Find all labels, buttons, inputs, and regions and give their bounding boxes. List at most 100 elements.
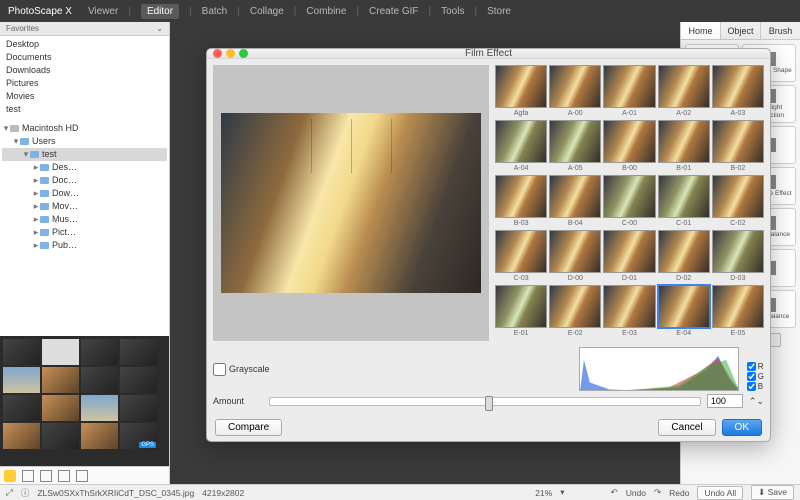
effect-A-00[interactable]: A-00 bbox=[549, 65, 601, 108]
tab-create-gif[interactable]: Create GIF bbox=[369, 6, 418, 17]
effect-A-04[interactable]: A-04 bbox=[495, 120, 547, 163]
thumb[interactable] bbox=[120, 367, 157, 393]
thumb[interactable] bbox=[81, 395, 118, 421]
effect-E-04[interactable]: E-04 bbox=[658, 285, 710, 328]
effect-A-03[interactable]: A-03 bbox=[712, 65, 764, 108]
effect-C-03[interactable]: C-03 bbox=[495, 230, 547, 273]
thumb[interactable] bbox=[42, 395, 79, 421]
amount-slider[interactable] bbox=[269, 397, 701, 406]
tree-child[interactable]: ▸Pict… bbox=[2, 226, 167, 239]
thumb[interactable] bbox=[3, 367, 40, 393]
amount-stepper-icon[interactable]: ⌃⌄ bbox=[749, 396, 764, 407]
effect-B-03[interactable]: B-03 bbox=[495, 175, 547, 218]
effect-D-00[interactable]: D-00 bbox=[549, 230, 601, 273]
effect-C-02[interactable]: C-02 bbox=[712, 175, 764, 218]
rtab-home[interactable]: Home bbox=[681, 22, 721, 39]
tree-users[interactable]: ▾Users bbox=[2, 135, 167, 148]
redo-icon[interactable]: ↷ bbox=[654, 487, 661, 498]
tree-test[interactable]: ▾test bbox=[2, 148, 167, 161]
save-button[interactable]: ⬇ Save bbox=[751, 485, 794, 500]
effect-A-01[interactable]: A-01 bbox=[603, 65, 655, 108]
grayscale-input[interactable] bbox=[213, 363, 226, 376]
tab-viewer[interactable]: Viewer bbox=[88, 6, 118, 17]
thumbnail-strip[interactable] bbox=[0, 336, 169, 466]
compare-button[interactable]: Compare bbox=[215, 419, 282, 436]
undo-icon[interactable]: ↶ bbox=[611, 487, 618, 498]
thumb[interactable] bbox=[120, 339, 157, 365]
effect-E-01[interactable]: E-01 bbox=[495, 285, 547, 328]
effect-E-05[interactable]: E-05 bbox=[712, 285, 764, 328]
thumb[interactable] bbox=[42, 423, 79, 449]
nav-icon[interactable] bbox=[76, 470, 88, 482]
fav-pictures[interactable]: Pictures bbox=[6, 77, 163, 90]
thumb[interactable] bbox=[3, 339, 40, 365]
effect-D-03[interactable]: D-03 bbox=[712, 230, 764, 273]
zoom-label[interactable]: 21% bbox=[535, 488, 552, 498]
thumb-gps[interactable] bbox=[120, 423, 157, 449]
thumb[interactable] bbox=[42, 367, 79, 393]
dialog-titlebar[interactable]: Film Effect bbox=[207, 49, 770, 59]
tab-store[interactable]: Store bbox=[487, 6, 511, 17]
home-icon[interactable] bbox=[4, 470, 16, 482]
fav-test[interactable]: test bbox=[6, 103, 163, 116]
thumb[interactable] bbox=[3, 423, 40, 449]
fav-movies[interactable]: Movies bbox=[6, 90, 163, 103]
tab-batch[interactable]: Batch bbox=[202, 6, 228, 17]
rtab-brush[interactable]: Brush bbox=[761, 22, 800, 39]
b-checkbox[interactable]: B bbox=[747, 382, 764, 391]
thumb[interactable] bbox=[81, 423, 118, 449]
effect-A-05[interactable]: A-05 bbox=[549, 120, 601, 163]
minimize-icon[interactable] bbox=[226, 49, 235, 58]
redo-label[interactable]: Redo bbox=[669, 488, 689, 498]
info-icon[interactable]: ⓘ bbox=[21, 487, 30, 499]
tree-child[interactable]: ▸Mov… bbox=[2, 200, 167, 213]
zoom-icon[interactable] bbox=[239, 49, 248, 58]
tree-child[interactable]: ▸Des… bbox=[2, 161, 167, 174]
tab-editor[interactable]: Editor bbox=[141, 4, 179, 19]
effect-E-03[interactable]: E-03 bbox=[603, 285, 655, 328]
undo-label[interactable]: Undo bbox=[626, 488, 646, 498]
rtab-object[interactable]: Object bbox=[721, 22, 761, 39]
zoom-menu-icon[interactable]: ▾ bbox=[560, 487, 564, 498]
effect-Agfa[interactable]: Agfa bbox=[495, 65, 547, 108]
tree-child[interactable]: ▸Mus… bbox=[2, 213, 167, 226]
r-checkbox[interactable]: R bbox=[747, 362, 764, 371]
fav-desktop[interactable]: Desktop bbox=[6, 38, 163, 51]
tree-root[interactable]: ▾Macintosh HD bbox=[2, 122, 167, 135]
expand-icon[interactable]: ⤢ bbox=[6, 487, 13, 498]
tree-child[interactable]: ▸Pub… bbox=[2, 239, 167, 252]
tree-child[interactable]: ▸Dow… bbox=[2, 187, 167, 200]
fav-documents[interactable]: Documents bbox=[6, 51, 163, 64]
effect-A-02[interactable]: A-02 bbox=[658, 65, 710, 108]
fav-downloads[interactable]: Downloads bbox=[6, 64, 163, 77]
effect-B-04[interactable]: B-04 bbox=[549, 175, 601, 218]
nav-icon[interactable] bbox=[22, 470, 34, 482]
ok-button[interactable]: OK bbox=[722, 419, 762, 436]
tab-tools[interactable]: Tools bbox=[441, 6, 464, 17]
effect-E-02[interactable]: E-02 bbox=[549, 285, 601, 328]
tab-collage[interactable]: Collage bbox=[250, 6, 284, 17]
tab-combine[interactable]: Combine bbox=[306, 6, 346, 17]
favorites-header[interactable]: Favorites ⌄ bbox=[0, 22, 169, 36]
effect-B-02[interactable]: B-02 bbox=[712, 120, 764, 163]
effect-B-01[interactable]: B-01 bbox=[658, 120, 710, 163]
thumb[interactable] bbox=[120, 395, 157, 421]
undo-all-button[interactable]: Undo All bbox=[697, 486, 743, 500]
g-checkbox[interactable]: G bbox=[747, 372, 764, 381]
thumb[interactable] bbox=[42, 339, 79, 365]
effect-C-00[interactable]: C-00 bbox=[603, 175, 655, 218]
effect-D-01[interactable]: D-01 bbox=[603, 230, 655, 273]
favorites-dropdown-icon[interactable]: ⌄ bbox=[156, 24, 163, 33]
thumb[interactable] bbox=[3, 395, 40, 421]
tree-child[interactable]: ▸Doc… bbox=[2, 174, 167, 187]
effect-C-01[interactable]: C-01 bbox=[658, 175, 710, 218]
cancel-button[interactable]: Cancel bbox=[658, 419, 715, 436]
nav-icon[interactable] bbox=[40, 470, 52, 482]
effect-B-00[interactable]: B-00 bbox=[603, 120, 655, 163]
grayscale-checkbox[interactable]: Grayscale bbox=[213, 363, 270, 376]
nav-icon[interactable] bbox=[58, 470, 70, 482]
thumb[interactable] bbox=[81, 339, 118, 365]
effect-D-02[interactable]: D-02 bbox=[658, 230, 710, 273]
thumb[interactable] bbox=[81, 367, 118, 393]
amount-input[interactable] bbox=[707, 394, 743, 408]
